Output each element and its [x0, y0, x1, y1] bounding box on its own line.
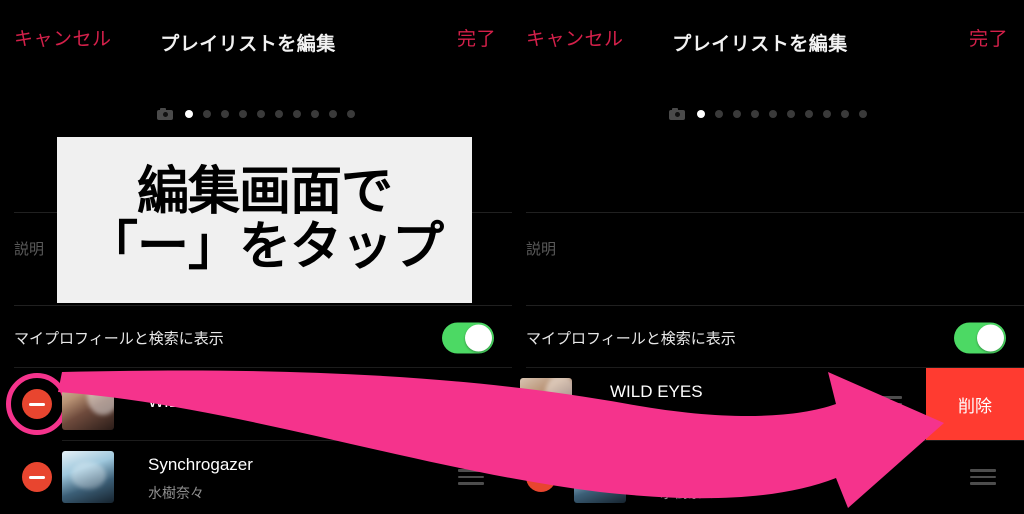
done-button[interactable]: 完了: [457, 30, 496, 49]
separator: [526, 212, 1024, 213]
navigation-bar: キャンセル プレイリストを編集 完了: [0, 0, 512, 88]
page-dot[interactable]: [257, 110, 265, 118]
profile-visibility-label: マイプロフィールと検索に表示: [526, 330, 736, 348]
album-art: [520, 378, 572, 430]
instruction-callout: 編集画面で 「ー」をタップ: [57, 137, 472, 303]
album-art: [574, 451, 626, 503]
minus-circle-icon[interactable]: [22, 389, 52, 419]
callout-line-1: 編集画面で: [136, 162, 393, 221]
toggle-knob: [465, 324, 492, 352]
page-indicator[interactable]: [0, 108, 512, 120]
table-row[interactable]: WILD EYES 水樹奈々 削除: [512, 368, 1024, 440]
page-title: プレイリストを編集: [0, 29, 512, 56]
track-title: Synchrogazer: [148, 455, 253, 474]
table-row[interactable]: WILD EYES: [0, 368, 512, 440]
page-dot[interactable]: [239, 110, 247, 118]
track-artist: 水樹奈々: [660, 485, 716, 501]
reorder-handle-icon[interactable]: [970, 469, 996, 485]
profile-visibility-label: マイプロフィールと検索に表示: [14, 330, 224, 348]
track-title: WILD EYES: [610, 382, 703, 401]
page-title: プレイリストを編集: [512, 29, 1024, 56]
profile-visibility-row[interactable]: マイプロフィールと検索に表示: [0, 309, 512, 367]
page-dot[interactable]: [715, 110, 723, 118]
page-dot[interactable]: [841, 110, 849, 118]
page-indicator[interactable]: [512, 108, 1024, 120]
table-row[interactable]: Synchrogazer 水樹奈々: [512, 441, 1024, 513]
page-dot[interactable]: [203, 110, 211, 118]
callout-line-2: 「ー」をタップ: [85, 218, 444, 276]
camera-icon: [157, 108, 173, 120]
description-input[interactable]: 説明: [14, 238, 44, 259]
camera-icon: [669, 108, 685, 120]
profile-visibility-toggle[interactable]: [442, 322, 494, 354]
separator: [14, 305, 512, 306]
phone-panel-right: キャンセル プレイリストを編集 完了 説明 マイプロフィールと検索に表示 WIL…: [512, 0, 1024, 514]
done-button[interactable]: 完了: [969, 30, 1008, 49]
profile-visibility-toggle[interactable]: [954, 322, 1006, 354]
description-input[interactable]: 説明: [526, 238, 556, 259]
page-dot[interactable]: [805, 110, 813, 118]
page-dot[interactable]: [185, 110, 193, 118]
phone-panel-left: キャンセル プレイリストを編集 完了 説明 マイプロフィールと検索に表示 WIL…: [0, 0, 512, 514]
album-art: [62, 451, 114, 503]
delete-button[interactable]: 削除: [926, 368, 1024, 440]
page-dot[interactable]: [751, 110, 759, 118]
screenshot-root: キャンセル プレイリストを編集 完了 説明 マイプロフィールと検索に表示 WIL…: [0, 0, 1024, 514]
navigation-bar: キャンセル プレイリストを編集 完了: [512, 0, 1024, 88]
minus-circle-icon[interactable]: [526, 462, 556, 492]
page-dot[interactable]: [347, 110, 355, 118]
page-dot[interactable]: [823, 110, 831, 118]
page-dot[interactable]: [221, 110, 229, 118]
toggle-knob: [977, 324, 1004, 352]
table-row[interactable]: Synchrogazer 水樹奈々: [0, 441, 512, 513]
page-dot[interactable]: [733, 110, 741, 118]
profile-visibility-row[interactable]: マイプロフィールと検索に表示: [512, 309, 1024, 367]
album-art: [62, 378, 114, 430]
track-artist: 水樹奈々: [610, 412, 666, 428]
page-title-text: プレイリストを編集: [160, 34, 336, 55]
reorder-handle-icon[interactable]: [876, 396, 902, 412]
page-dot[interactable]: [329, 110, 337, 118]
delete-button-label: 削除: [958, 396, 992, 416]
page-dot[interactable]: [859, 110, 867, 118]
minus-circle-icon[interactable]: [22, 462, 52, 492]
track-title: Synchrogazer: [660, 455, 765, 474]
track-artist: 水樹奈々: [148, 485, 204, 501]
separator: [526, 305, 1024, 306]
page-dot[interactable]: [769, 110, 777, 118]
page-dot[interactable]: [787, 110, 795, 118]
page-title-text: プレイリストを編集: [672, 34, 848, 55]
page-dot[interactable]: [697, 110, 705, 118]
track-title: WILD EYES: [148, 392, 241, 411]
reorder-handle-icon[interactable]: [458, 469, 484, 485]
page-dot[interactable]: [293, 110, 301, 118]
reorder-handle-icon[interactable]: [458, 396, 484, 412]
page-dot[interactable]: [275, 110, 283, 118]
page-dot[interactable]: [311, 110, 319, 118]
